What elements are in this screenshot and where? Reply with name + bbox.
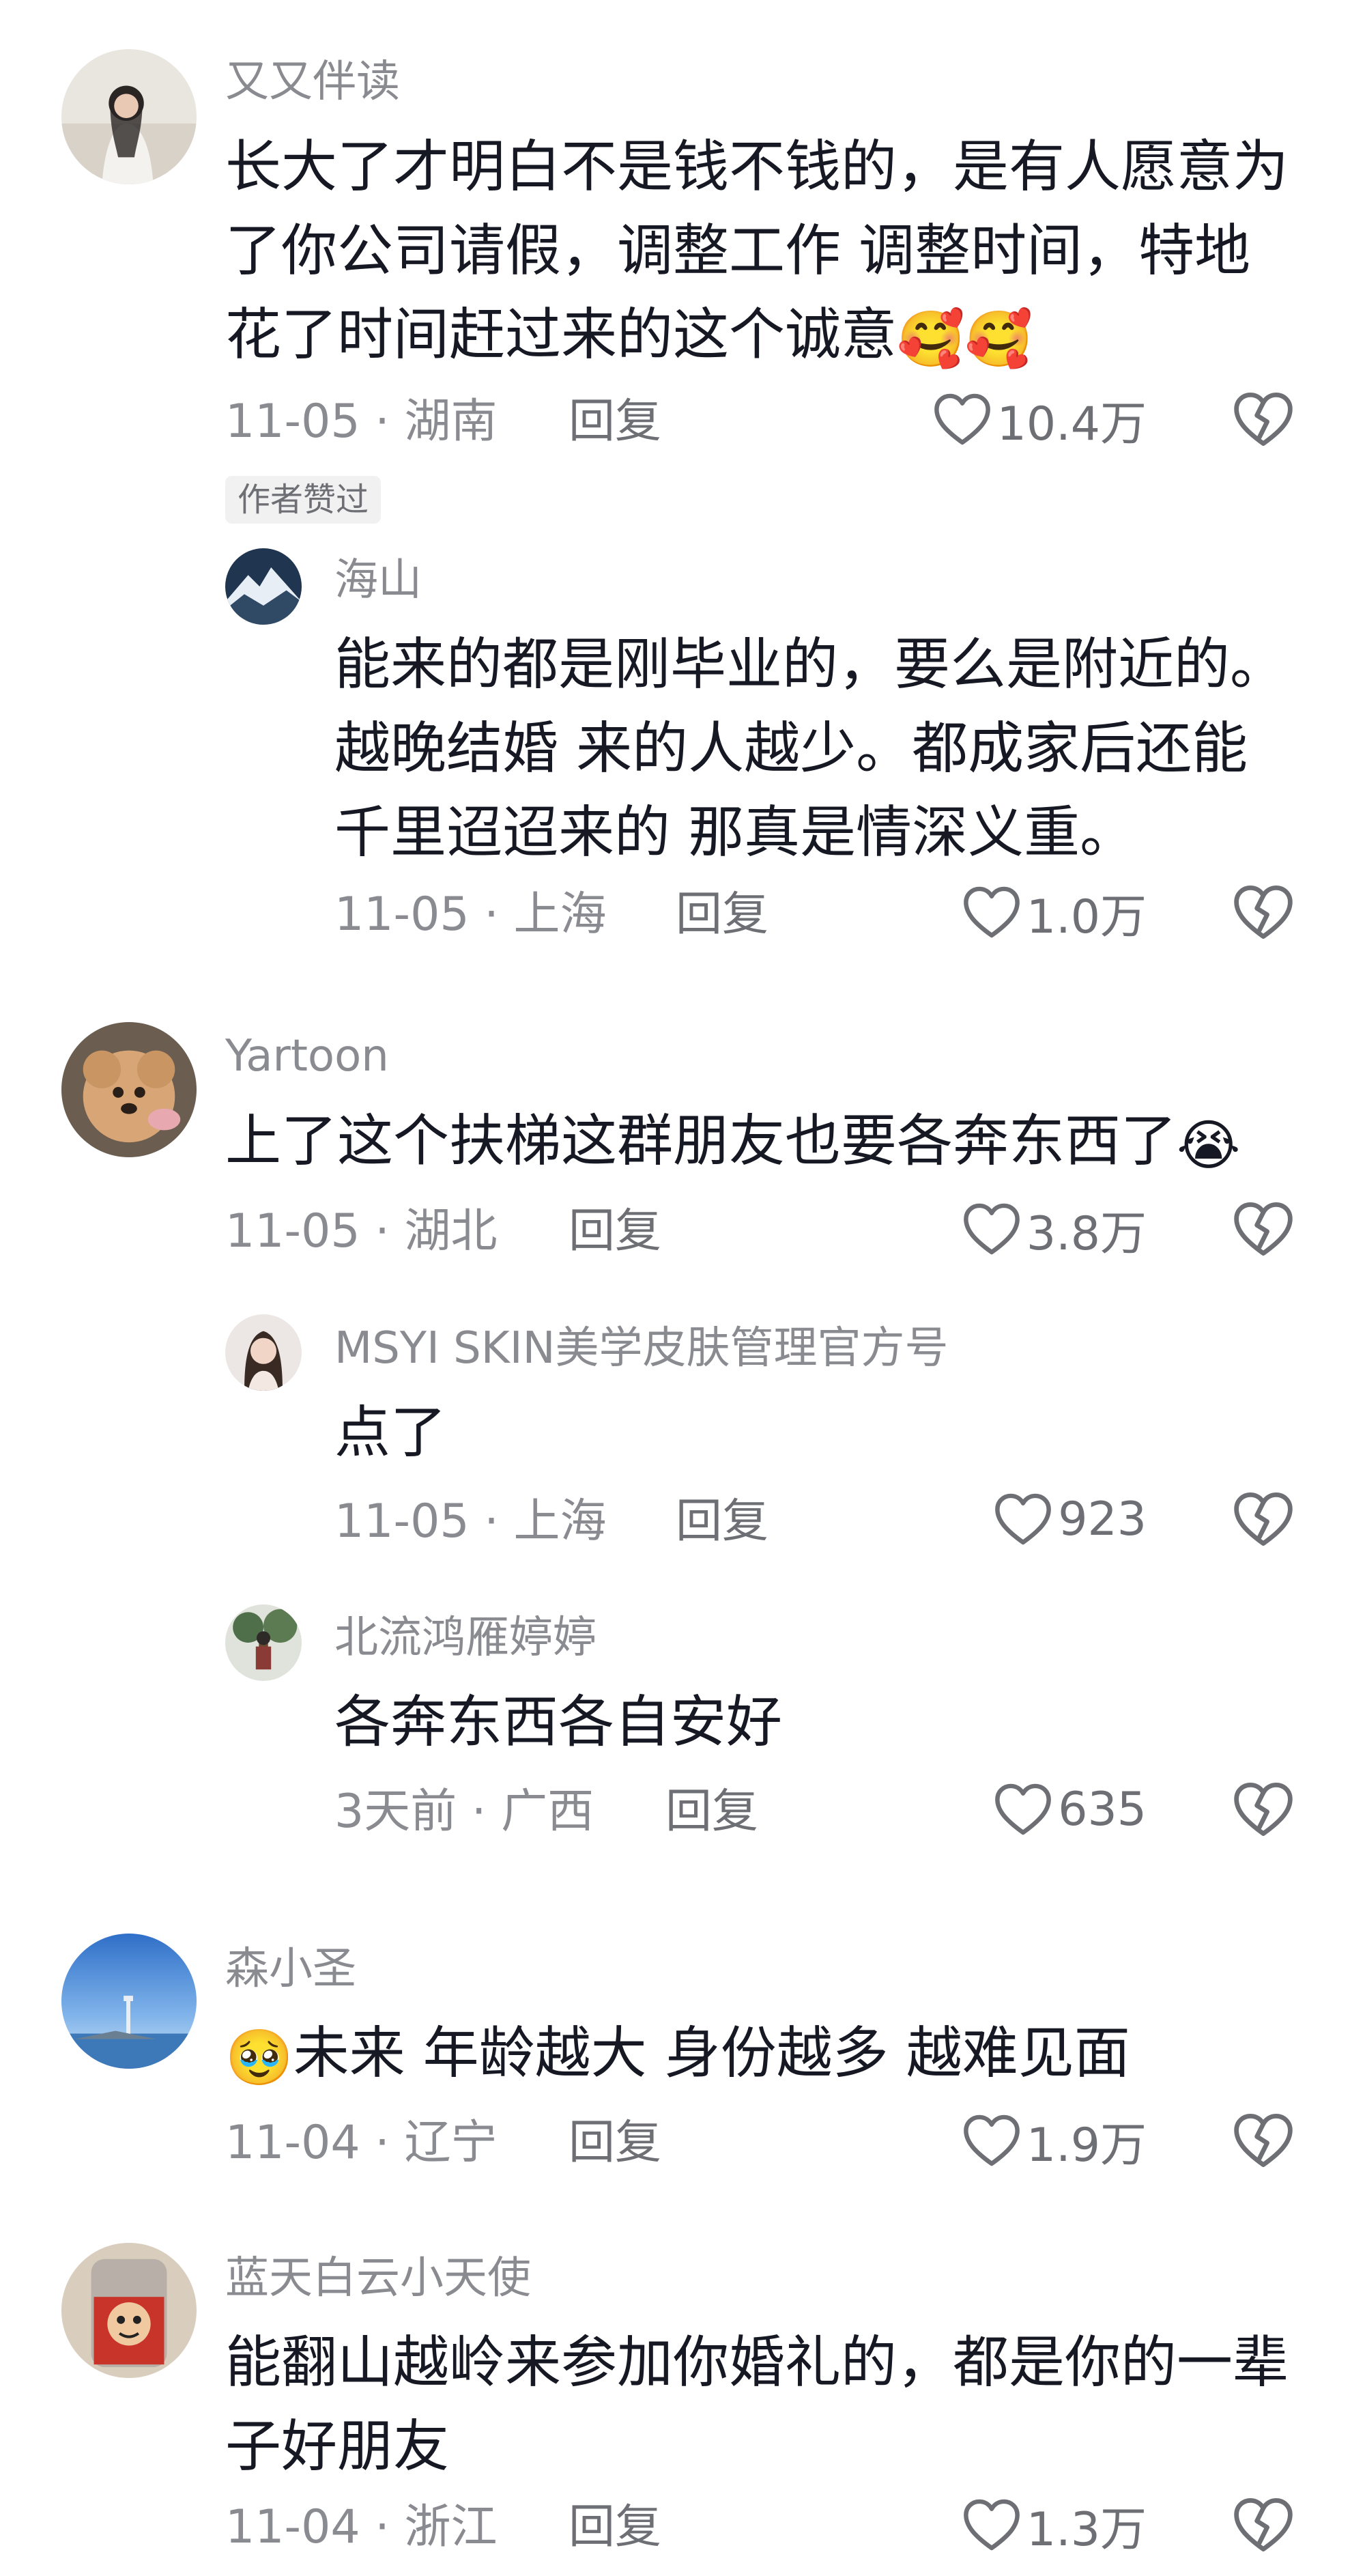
avatar[interactable] [61, 2243, 197, 2378]
username[interactable]: MSYI SKIN美学皮肤管理官方号 [334, 1327, 949, 1370]
like-button[interactable]: 3.8万 [962, 1202, 1147, 1261]
author-liked-badge: 作者赞过 [225, 476, 382, 524]
crying-emoji-icon: 😭 [1177, 1114, 1241, 1177]
comment-text: 长大了才明白不是钱不钱的，是有人愿意为了你公司请假，调整工作 调整时间，特地花了… [225, 135, 1289, 371]
like-count: 923 [1058, 1492, 1147, 1546]
comment-text: 🥹未来 年龄越大 身份越多 越难见面 [225, 2021, 1130, 2089]
like-count: 10.4万 [996, 397, 1147, 451]
like-count: 635 [1058, 1782, 1147, 1837]
broken-heart-icon [1233, 1781, 1294, 1838]
dislike-button[interactable] [1233, 1781, 1294, 1838]
comment-meta: 11-05 · 湖南 [225, 395, 498, 449]
dislike-button[interactable] [1233, 2112, 1294, 2169]
dislike-button[interactable] [1233, 883, 1294, 941]
comment-meta: 11-04 · 辽宁 [225, 2116, 498, 2170]
broken-heart-icon [1233, 1200, 1294, 1258]
comment-meta: 11-05 · 上海 [334, 1495, 607, 1548]
heart-outline-icon [962, 2497, 1021, 2552]
dislike-button[interactable] [1233, 1490, 1294, 1548]
like-button[interactable]: 1.3万 [962, 2497, 1147, 2557]
comment-text: 点了 [334, 1400, 447, 1465]
holding-back-tears-emoji-icon: 🥹 [225, 2026, 293, 2089]
heart-outline-icon [994, 1492, 1052, 1546]
avatar[interactable] [61, 1934, 197, 2069]
like-button[interactable]: 10.4万 [933, 392, 1147, 451]
comment-text: 各奔东西各自安好 [334, 1690, 783, 1755]
avatar[interactable] [225, 548, 302, 625]
username[interactable]: 蓝天白云小天使 [225, 2256, 531, 2300]
like-button[interactable]: 923 [994, 1492, 1147, 1546]
reply-button[interactable]: 回复 [569, 1208, 661, 1255]
comment-text: 能翻山越岭来参加你婚礼的，都是你的一辈子好朋友 [225, 2330, 1289, 2479]
heart-outline-icon [933, 392, 992, 447]
comment-meta: 11-04 · 浙江 [225, 2500, 498, 2554]
like-button[interactable]: 1.9万 [962, 2113, 1147, 2172]
avatar[interactable] [225, 1314, 302, 1391]
broken-heart-icon [1233, 2496, 1294, 2553]
dislike-button[interactable] [1233, 2496, 1294, 2553]
avatar[interactable] [225, 1604, 302, 1681]
like-button[interactable]: 1.0万 [962, 885, 1147, 944]
like-count: 1.0万 [1026, 890, 1147, 944]
hug-emoji-icon: 🥰🥰 [897, 307, 1033, 371]
heart-outline-icon [994, 1782, 1052, 1837]
broken-heart-icon [1233, 1490, 1294, 1548]
broken-heart-icon [1233, 883, 1294, 941]
reply-button[interactable]: 回复 [569, 2120, 661, 2166]
heart-outline-icon [962, 2113, 1021, 2168]
broken-heart-icon [1233, 391, 1294, 448]
username[interactable]: 又又伴读 [225, 60, 400, 104]
like-count: 3.8万 [1026, 1206, 1147, 1261]
avatar[interactable] [61, 49, 197, 184]
reply-button[interactable]: 回复 [676, 892, 768, 938]
username[interactable]: 森小圣 [225, 1947, 356, 1991]
like-button[interactable]: 635 [994, 1782, 1147, 1837]
username[interactable]: 北流鸿雁婷婷 [334, 1616, 597, 1660]
heart-outline-icon [962, 885, 1021, 939]
reply-button[interactable]: 回复 [569, 2504, 661, 2551]
comment-text: 能来的都是刚毕业的，要么是附近的。越晚结婚 来的人越少。都成家后还能千里迢迢来的… [334, 632, 1287, 865]
reply-button[interactable]: 回复 [569, 399, 661, 445]
dislike-button[interactable] [1233, 1200, 1294, 1258]
like-count: 1.9万 [1026, 2118, 1147, 2172]
username[interactable]: Yartoon [225, 1034, 389, 1078]
heart-outline-icon [962, 1202, 1021, 1256]
dislike-button[interactable] [1233, 391, 1294, 448]
reply-button[interactable]: 回复 [665, 1789, 758, 1835]
broken-heart-icon [1233, 2112, 1294, 2169]
comment-meta: 11-05 · 上海 [334, 888, 607, 942]
comment-text: 上了这个扶梯这群朋友也要各奔东西了😭 [225, 1109, 1241, 1177]
username[interactable]: 海山 [334, 558, 422, 602]
avatar[interactable] [61, 1022, 197, 1157]
like-count: 1.3万 [1026, 2502, 1147, 2557]
comment-meta: 3天前 · 广西 [334, 1785, 594, 1839]
reply-button[interactable]: 回复 [676, 1499, 768, 1545]
comment-meta: 11-05 · 湖北 [225, 1204, 498, 1258]
